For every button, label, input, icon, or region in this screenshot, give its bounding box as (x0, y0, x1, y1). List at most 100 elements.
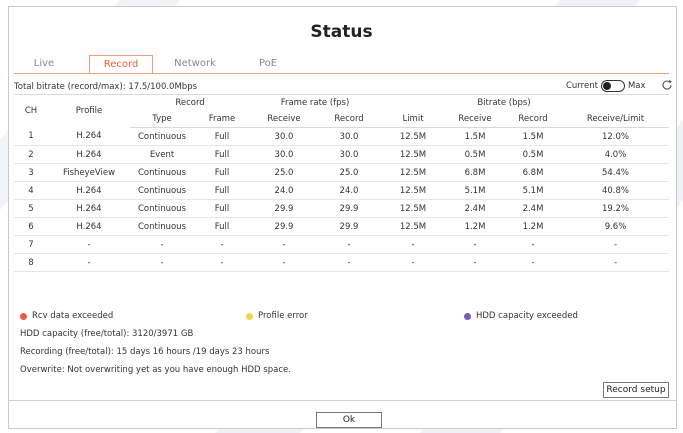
cell-ch: 8 (14, 253, 48, 272)
header-bitrate: Bitrate (bps) (446, 94, 562, 111)
record-setup-button[interactable]: Record setup (603, 382, 669, 398)
table-row: 3 FisheyeView Continuous Full 25.0 25.0 12.5M 6… (14, 163, 669, 182)
cell-br-record: 2.4M (504, 199, 562, 218)
header-limit: Limit (380, 111, 446, 128)
cell-limit: - (380, 253, 446, 272)
cell-fr-receive: - (250, 235, 318, 254)
toggle-knob (602, 82, 611, 90)
cell-profile: H.264 (48, 217, 130, 236)
tab-underline (14, 73, 669, 74)
toggle-left-label: Current (566, 81, 598, 91)
cell-profile: - (48, 253, 130, 272)
toggle-right-label: Max (627, 81, 646, 91)
cell-frame: Full (194, 145, 250, 164)
hdd-capacity: HDD capacity (free/total): 3120/3971 GB (20, 329, 194, 339)
cell-ch: 6 (14, 217, 48, 236)
table-row: 8--------- (14, 253, 669, 272)
table-row: 5 H.264 Continuous Full 29.9 29.9 12.5M 2.4M 2.4… (14, 199, 669, 218)
header-receive-limit: Receive/Limit (562, 111, 669, 128)
cell-fr-receive: 29.9 (250, 199, 318, 218)
legend-profile-error: Profile error (246, 311, 308, 321)
cell-fr-record: 29.9 (318, 199, 380, 218)
cell-receive-limit: - (562, 235, 669, 254)
cell-fr-record: 24.0 (318, 181, 380, 200)
cell-ch: 7 (14, 235, 48, 254)
overwrite-status: Overwrite: Not overwriting yet as you ha… (20, 365, 291, 375)
legend-label: Profile error (258, 311, 308, 321)
cell-receive-limit: 40.8% (562, 181, 669, 200)
cell-limit: 12.5M (380, 181, 446, 200)
cell-limit: - (380, 235, 446, 254)
header-record: Record (130, 94, 250, 111)
cell-ch: 4 (14, 181, 48, 200)
cell-fr-receive: 25.0 (250, 163, 318, 182)
cell-ch: 1 (14, 127, 48, 146)
current-max-toggle[interactable]: Current Max (566, 80, 646, 92)
cell-br-record: 1.5M (504, 127, 562, 146)
header-fr-record: Record (318, 111, 380, 128)
legend-label: HDD capacity exceeded (476, 311, 578, 321)
header-ch: CH (14, 94, 48, 128)
cell-fr-receive: 29.9 (250, 217, 318, 236)
table-row: 2 H.264 Event Full 30.0 30.0 12.5M 0.5M 0.5M 4.0% (14, 145, 669, 164)
cell-fr-record: 30.0 (318, 145, 380, 164)
cell-ch: 5 (14, 199, 48, 218)
cell-br-record: 6.8M (504, 163, 562, 182)
cell-profile: H.264 (48, 127, 130, 146)
header-br-record: Record (504, 111, 562, 128)
header-profile: Profile (48, 94, 130, 128)
table-row: 1 H.264 Continuous Full 30.0 30.0 12.5M 1.5M 1.5… (14, 127, 669, 146)
ok-button[interactable]: Ok (316, 412, 382, 428)
cell-br-receive: - (446, 253, 504, 272)
cell-frame: Full (194, 163, 250, 182)
legend-label: Rcv data exceeded (32, 311, 114, 321)
cell-profile: H.264 (48, 145, 130, 164)
header-frame: Frame (194, 111, 250, 128)
tab-network[interactable]: Network (164, 55, 226, 72)
cell-type: - (130, 253, 194, 272)
cell-br-receive: 1.5M (446, 127, 504, 146)
cell-br-receive: 2.4M (446, 199, 504, 218)
cell-br-receive: 1.2M (446, 217, 504, 236)
table-row: 4 H.264 Continuous Full 24.0 24.0 12.5M 5.1M 5.1… (14, 181, 669, 200)
tab-poe[interactable]: PoE (250, 55, 286, 72)
cell-br-record: - (504, 235, 562, 254)
refresh-icon[interactable] (661, 79, 673, 91)
cell-limit: 12.5M (380, 199, 446, 218)
cell-fr-record: - (318, 253, 380, 272)
toggle-switch[interactable] (600, 80, 625, 92)
cell-receive-limit: 12.0% (562, 127, 669, 146)
cell-frame: Full (194, 217, 250, 236)
cell-type: Continuous (130, 199, 194, 218)
tab-live[interactable]: Live (20, 55, 68, 72)
cell-type: Event (130, 145, 194, 164)
cell-type: Continuous (130, 181, 194, 200)
cell-fr-receive: - (250, 253, 318, 272)
cell-receive-limit: - (562, 253, 669, 272)
recording-capacity: Recording (free/total): 15 days 16 hours… (20, 347, 270, 357)
cell-br-record: 0.5M (504, 145, 562, 164)
tab-record[interactable]: Record (89, 55, 153, 74)
legend-hdd-exceeded: HDD capacity exceeded (464, 311, 578, 321)
yellow-dot-icon (246, 312, 253, 320)
cell-br-record: 1.2M (504, 217, 562, 236)
cell-fr-receive: 30.0 (250, 145, 318, 164)
cell-fr-record: 29.9 (318, 217, 380, 236)
cell-type: Continuous (130, 163, 194, 182)
cell-type: - (130, 235, 194, 254)
dialog-title: Status (310, 22, 373, 42)
orange-dot-icon (20, 312, 27, 320)
cell-limit: 12.5M (380, 217, 446, 236)
header-frame-rate: Frame rate (fps) (250, 94, 380, 111)
cell-receive-limit: 54.4% (562, 163, 669, 182)
cell-br-receive: 0.5M (446, 145, 504, 164)
cell-ch: 3 (14, 163, 48, 182)
cell-type: Continuous (130, 127, 194, 146)
cell-profile: FisheyeView (48, 163, 130, 182)
cell-limit: 12.5M (380, 163, 446, 182)
cell-fr-record: 25.0 (318, 163, 380, 182)
cell-receive-limit: 9.6% (562, 217, 669, 236)
cell-frame: - (194, 235, 250, 254)
cell-profile: H.264 (48, 181, 130, 200)
cell-br-receive: 6.8M (446, 163, 504, 182)
